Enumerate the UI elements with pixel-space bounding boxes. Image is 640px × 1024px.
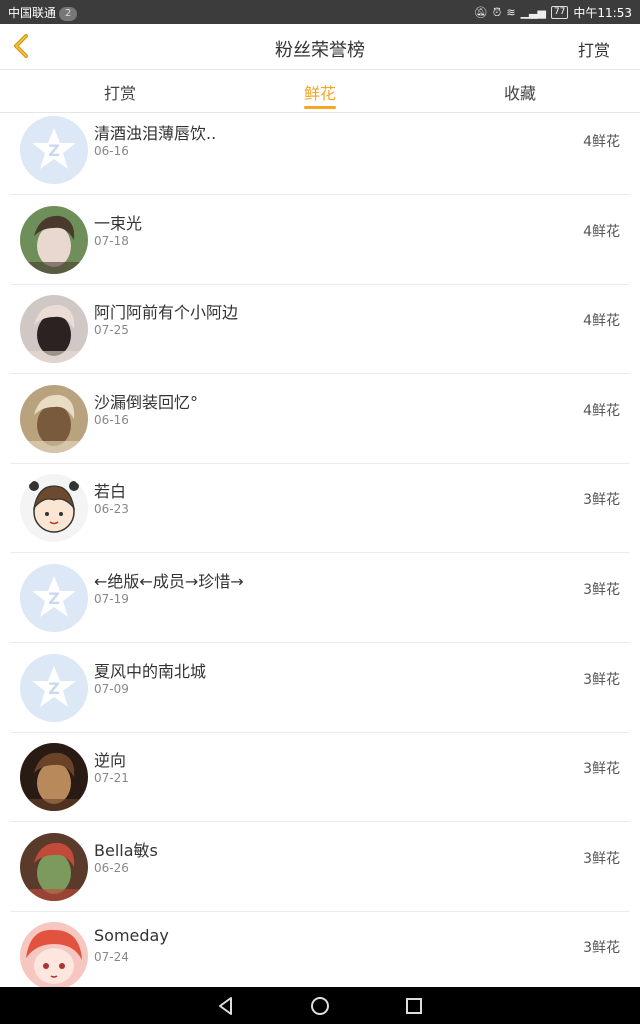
svg-text:Z: Z (48, 589, 60, 608)
avatar[interactable] (20, 743, 88, 812)
avatar[interactable] (20, 384, 88, 453)
flower-count: 4鲜花 (583, 402, 620, 419)
fan-name: 逆向 (94, 751, 127, 771)
fan-date: 07-19 (94, 592, 129, 606)
avatar[interactable] (20, 474, 88, 543)
flower-count: 3鲜花 (583, 582, 620, 598)
tab-bar: 打赏 鲜花 收藏 (0, 70, 640, 113)
avatar[interactable] (20, 205, 88, 274)
flower-count: 4鲜花 (583, 313, 620, 330)
fan-name: Someday (94, 926, 169, 946)
clock: 中午11:53 (573, 6, 632, 20)
list-item[interactable]: 沙漏倒装回忆° 06-16 4鲜花 (0, 375, 640, 464)
fan-date: 07-09 (94, 681, 129, 696)
list-item[interactable]: 阿门阿前有个小阿边 07-25 4鲜花 (0, 285, 640, 375)
flower-count: 3鲜花 (583, 940, 620, 957)
fan-name: 夏风中的南北城 (94, 661, 207, 681)
avatar[interactable]: Z (20, 564, 88, 632)
fan-name: ←绝版←成员→珍惜→ (94, 572, 244, 591)
flower-count: 4鲜花 (583, 134, 620, 150)
square-recents-icon (406, 998, 422, 1014)
alarm-icon: ⏰︎ (492, 5, 502, 19)
fan-name: 若白 (94, 482, 127, 502)
avatar[interactable] (20, 922, 88, 987)
fan-date: 06-26 (94, 860, 129, 875)
fan-date: 07-18 (94, 233, 129, 248)
list-item[interactable]: Z 夏风中的南北城 07-09 3鲜花 (0, 644, 640, 733)
flower-count: 3鲜花 (583, 671, 620, 688)
fan-name: Bella敏s (94, 840, 158, 860)
mute-icon: 🔕︎ (473, 6, 488, 19)
list-item[interactable]: 一束光 07-18 4鲜花 (0, 196, 640, 285)
fan-name: 清酒浊泪薄唇饮.. (94, 124, 217, 143)
fan-date: 06-23 (94, 502, 129, 517)
fan-name: 阿门阿前有个小阿边 (94, 303, 239, 323)
svg-text:Z: Z (48, 679, 60, 698)
fan-date: 07-24 (94, 950, 129, 965)
fan-date: 07-25 (94, 323, 129, 338)
list-item[interactable]: Z 清酒浊泪薄唇饮.. 06-16 4鲜花 (0, 113, 640, 195)
list-item[interactable]: Someday 07-24 3鲜花 (0, 912, 640, 987)
status-icons: 🔕︎ ⏰︎ ≋ ▁▃▅ 77 中午11:53 (474, 4, 632, 21)
fan-name: 一束光 (94, 213, 143, 233)
tab-flowers[interactable]: 鲜花 (280, 80, 360, 104)
nav-home-button[interactable] (309, 995, 331, 1017)
wifi-icon: ≋ (506, 6, 516, 19)
signal-icon: ▁▃▅ (520, 6, 546, 19)
fan-date: 07-21 (94, 771, 129, 786)
battery-icon: 77 (550, 6, 569, 19)
flower-count: 3鲜花 (583, 492, 620, 509)
nav-back-button[interactable] (215, 995, 237, 1017)
flower-count: 3鲜花 (583, 761, 620, 778)
carrier-name: 中国联通 (8, 6, 57, 20)
list-item[interactable]: Z ←绝版←成员→珍惜→ 07-19 3鲜花 (0, 554, 640, 643)
page-title: 粉丝荣誉榜 (275, 40, 365, 61)
fan-date: 06-16 (94, 144, 129, 158)
carrier-label: 中国联通 2 (8, 4, 78, 21)
circle-home-icon (311, 997, 329, 1015)
avatar[interactable] (20, 295, 88, 364)
system-nav-bar (0, 987, 640, 1024)
active-tab-indicator (304, 106, 336, 109)
avatar[interactable]: Z (20, 653, 88, 722)
list-item[interactable]: 逆向 07-21 3鲜花 (0, 733, 640, 823)
triangle-back-icon (219, 997, 232, 1015)
flower-count: 3鲜花 (583, 850, 620, 867)
flower-count: 4鲜花 (583, 223, 620, 240)
avatar[interactable]: Z (20, 116, 88, 184)
sim-badge: 2 (59, 7, 78, 21)
list-item[interactable]: 若白 06-23 3鲜花 (0, 464, 640, 554)
reward-button[interactable]: 打赏 (578, 37, 610, 61)
fan-name: 沙漏倒装回忆° (94, 392, 199, 412)
tab-reward[interactable]: 打赏 (80, 80, 160, 104)
fan-date: 06-16 (94, 412, 129, 427)
fan-ranking-list[interactable]: Z 清酒浊泪薄唇饮.. 06-16 4鲜花 一束光 07-18 4鲜花 阿门阿前有个小阿边 07… (0, 113, 640, 987)
tab-favorites[interactable]: 收藏 (480, 80, 560, 104)
nav-recents-button[interactable] (403, 995, 425, 1017)
status-bar: 中国联通 2 🔕︎ ⏰︎ ≋ ▁▃▅ 77 中午11:53 (0, 0, 640, 24)
avatar[interactable] (20, 832, 88, 901)
app-header: 粉丝荣誉榜 打赏 (0, 24, 640, 70)
svg-text:Z: Z (48, 141, 60, 160)
list-item[interactable]: Bella敏s 06-26 3鲜花 (0, 823, 640, 912)
